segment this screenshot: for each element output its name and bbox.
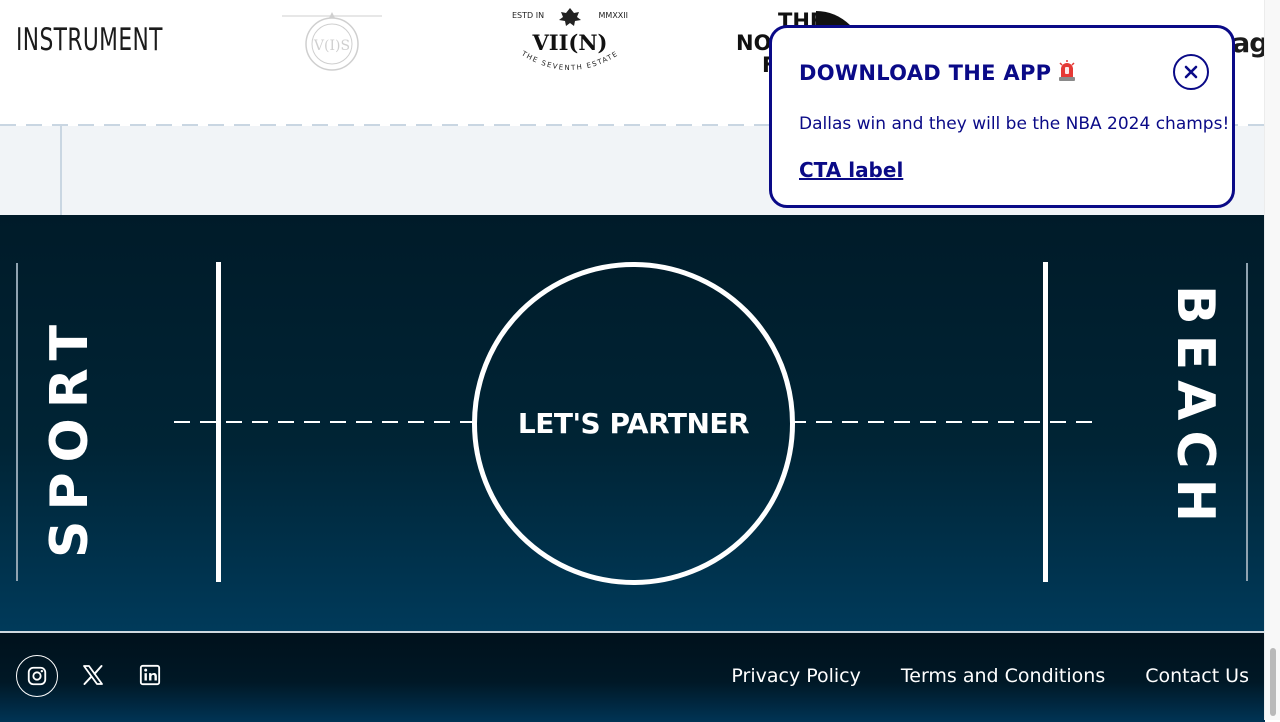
popup-message: Dallas win and they will be the NBA 2024… [799,114,1230,134]
svg-text:V(I)S: V(I)S [313,38,350,54]
court-center-dash-left [174,421,474,423]
band-divider-line [60,126,62,215]
popup-title-row: DOWNLOAD THE APP [799,60,1077,87]
page-scrollbar[interactable] [1264,0,1280,720]
court-right-edge-line [1246,263,1248,581]
partner-court-section: SPORT BEACH LET'S PARTNER [0,215,1265,631]
footer: Privacy Policy Terms and Conditions Cont… [0,631,1265,722]
popup-cta-link[interactable]: CTA label [799,158,903,182]
court-left-edge-line [16,263,18,581]
instagram-icon [27,666,47,686]
viin-main-text: VII(N) [531,30,607,55]
northface-line2: NO [736,31,771,55]
scrollbar-thumb[interactable] [1270,648,1276,716]
maple-leaf-icon [559,8,581,26]
viin-year-text: MMXXII [599,11,628,20]
popup-close-button[interactable] [1173,54,1209,90]
linkedin-icon [139,664,161,686]
download-app-popup: DOWNLOAD THE APP Dallas win and they wil… [769,25,1235,208]
footer-links: Privacy Policy Terms and Conditions Cont… [731,665,1249,687]
partial-partner-logo: ag [1232,28,1265,59]
faded-partner-logo: V(I)S [282,12,382,71]
privacy-policy-link[interactable]: Privacy Policy [731,665,860,687]
lets-partner-label: LET'S PARTNER [517,407,750,440]
viin-estd-text: ESTD IN [512,11,544,20]
lets-partner-button[interactable]: LET'S PARTNER [472,262,795,585]
beach-label: BEACH [1165,285,1225,533]
linkedin-link[interactable] [130,655,170,695]
sport-label: SPORT [40,315,100,558]
x-icon [83,665,103,685]
instrument-logo: INSTRUMENT [16,22,163,58]
court-center-dash-right [790,421,1092,423]
close-icon [1184,65,1198,79]
terms-link[interactable]: Terms and Conditions [901,665,1105,687]
seventh-estate-logo: ESTD IN MMXXII VII(N) THE SEVENTH ESTATE [512,8,628,72]
x-link[interactable] [73,655,113,695]
popup-title: DOWNLOAD THE APP [799,61,1052,85]
contact-us-link[interactable]: Contact Us [1145,665,1249,687]
siren-icon [1057,60,1077,87]
instagram-link[interactable] [16,655,58,697]
